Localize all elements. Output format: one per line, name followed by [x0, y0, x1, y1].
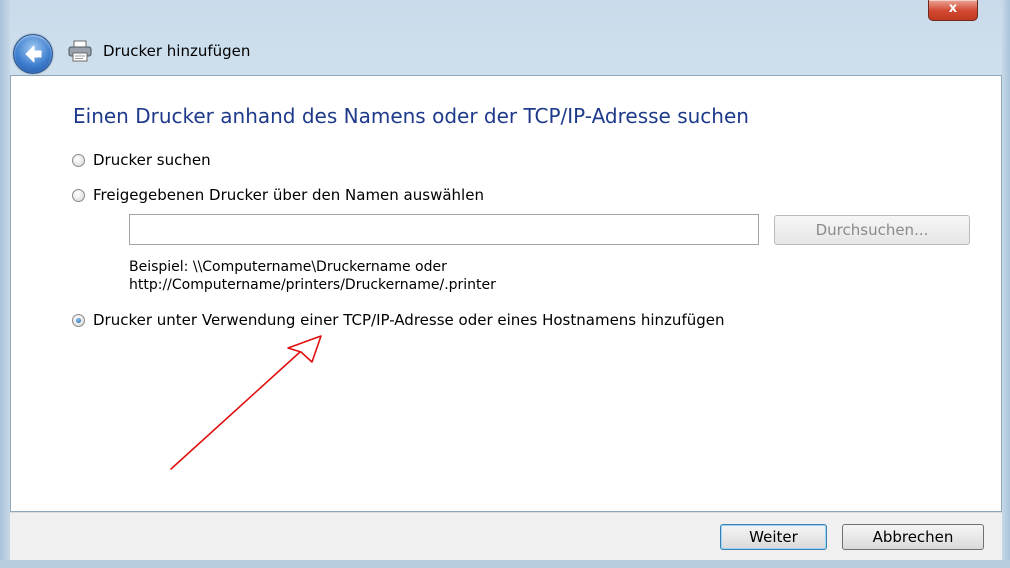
arrow-shaft: [170, 351, 301, 470]
wizard-footer: Weiter Abbrechen: [10, 512, 1002, 560]
window-frame-bottom: [0, 560, 1010, 568]
next-button[interactable]: Weiter: [720, 524, 827, 550]
annotation-arrow: [170, 335, 322, 470]
cancel-button[interactable]: Abbrechen: [842, 524, 984, 550]
